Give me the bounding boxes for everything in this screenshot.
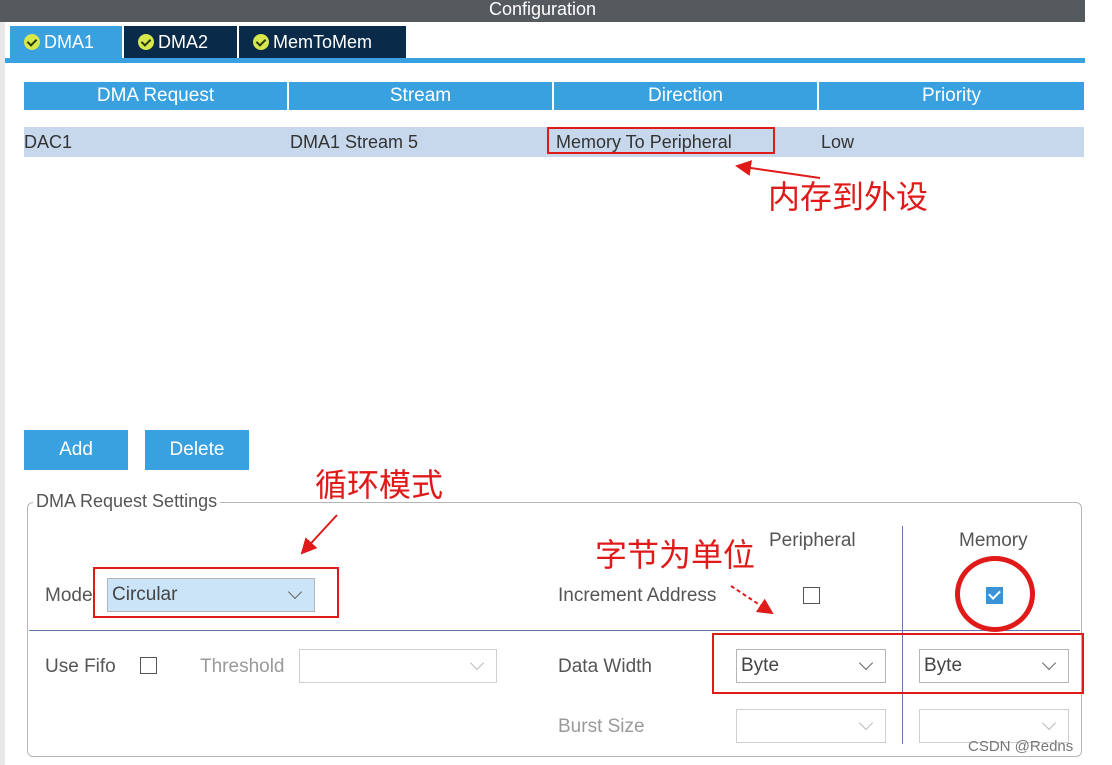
arrow-icon (300, 514, 338, 555)
arrow-icon (730, 585, 774, 615)
watermark: CSDN @Redns (968, 738, 1074, 755)
annotation-arrows (300, 160, 821, 615)
arrow-icon (735, 160, 821, 179)
